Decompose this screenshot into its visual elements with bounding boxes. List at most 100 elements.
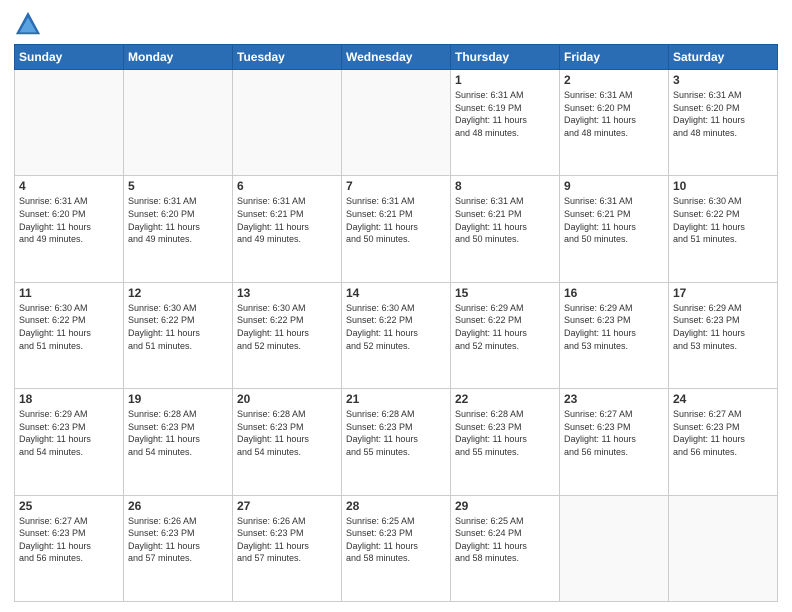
- calendar-cell: 4 Sunrise: 6:31 AM Sunset: 6:20 PM Daylig…: [15, 176, 124, 282]
- day-number: 28: [346, 499, 446, 513]
- calendar-cell: 15 Sunrise: 6:29 AM Sunset: 6:22 PM Dayli…: [451, 282, 560, 388]
- weekday-header-tuesday: Tuesday: [233, 45, 342, 70]
- day-number: 12: [128, 286, 228, 300]
- day-info: Sunrise: 6:29 AM Sunset: 6:23 PM Dayligh…: [673, 302, 773, 352]
- calendar-cell: [15, 70, 124, 176]
- day-info: Sunrise: 6:31 AM Sunset: 6:21 PM Dayligh…: [455, 195, 555, 245]
- calendar-table: SundayMondayTuesdayWednesdayThursdayFrid…: [14, 44, 778, 602]
- day-info: Sunrise: 6:30 AM Sunset: 6:22 PM Dayligh…: [128, 302, 228, 352]
- day-info: Sunrise: 6:28 AM Sunset: 6:23 PM Dayligh…: [346, 408, 446, 458]
- calendar-cell: 27 Sunrise: 6:26 AM Sunset: 6:23 PM Dayli…: [233, 495, 342, 601]
- day-info: Sunrise: 6:28 AM Sunset: 6:23 PM Dayligh…: [455, 408, 555, 458]
- calendar-cell: 26 Sunrise: 6:26 AM Sunset: 6:23 PM Dayli…: [124, 495, 233, 601]
- day-number: 11: [19, 286, 119, 300]
- day-info: Sunrise: 6:25 AM Sunset: 6:23 PM Dayligh…: [346, 515, 446, 565]
- calendar-cell: 16Sunrise: 6:29 AM Sunset: 6:23 PM Dayli…: [560, 282, 669, 388]
- day-info: Sunrise: 6:27 AM Sunset: 6:23 PM Dayligh…: [19, 515, 119, 565]
- day-number: 24: [673, 392, 773, 406]
- calendar-week-1: 4 Sunrise: 6:31 AM Sunset: 6:20 PM Daylig…: [15, 176, 778, 282]
- day-number: 29: [455, 499, 555, 513]
- day-info: Sunrise: 6:30 AM Sunset: 6:22 PM Dayligh…: [673, 195, 773, 245]
- calendar-cell: 24Sunrise: 6:27 AM Sunset: 6:23 PM Dayli…: [669, 389, 778, 495]
- day-info: Sunrise: 6:30 AM Sunset: 6:22 PM Dayligh…: [346, 302, 446, 352]
- day-number: 23: [564, 392, 664, 406]
- day-info: Sunrise: 6:31 AM Sunset: 6:20 PM Dayligh…: [19, 195, 119, 245]
- day-number: 13: [237, 286, 337, 300]
- calendar-cell: 17 Sunrise: 6:29 AM Sunset: 6:23 PM Dayli…: [669, 282, 778, 388]
- day-info: Sunrise: 6:28 AM Sunset: 6:23 PM Dayligh…: [128, 408, 228, 458]
- day-info: Sunrise: 6:30 AM Sunset: 6:22 PM Dayligh…: [19, 302, 119, 352]
- calendar-cell: 12 Sunrise: 6:30 AM Sunset: 6:22 PM Dayli…: [124, 282, 233, 388]
- day-number: 3: [673, 73, 773, 87]
- calendar-cell: 28 Sunrise: 6:25 AM Sunset: 6:23 PM Dayli…: [342, 495, 451, 601]
- calendar-cell: 1 Sunrise: 6:31 AM Sunset: 6:19 PM Daylig…: [451, 70, 560, 176]
- day-number: 5: [128, 179, 228, 193]
- day-number: 22: [455, 392, 555, 406]
- page: SundayMondayTuesdayWednesdayThursdayFrid…: [0, 0, 792, 612]
- day-number: 18: [19, 392, 119, 406]
- calendar-cell: 2 Sunrise: 6:31 AM Sunset: 6:20 PM Daylig…: [560, 70, 669, 176]
- day-number: 25: [19, 499, 119, 513]
- calendar-cell: 9 Sunrise: 6:31 AM Sunset: 6:21 PM Daylig…: [560, 176, 669, 282]
- day-number: 1: [455, 73, 555, 87]
- calendar-week-0: 1 Sunrise: 6:31 AM Sunset: 6:19 PM Daylig…: [15, 70, 778, 176]
- calendar-cell: 11 Sunrise: 6:30 AM Sunset: 6:22 PM Dayli…: [15, 282, 124, 388]
- calendar-cell: 23 Sunrise: 6:27 AM Sunset: 6:23 PM Dayli…: [560, 389, 669, 495]
- day-number: 15: [455, 286, 555, 300]
- day-info: Sunrise: 6:31 AM Sunset: 6:19 PM Dayligh…: [455, 89, 555, 139]
- calendar-cell: 22 Sunrise: 6:28 AM Sunset: 6:23 PM Dayli…: [451, 389, 560, 495]
- day-info: Sunrise: 6:26 AM Sunset: 6:23 PM Dayligh…: [237, 515, 337, 565]
- day-number: 2: [564, 73, 664, 87]
- calendar-cell: [560, 495, 669, 601]
- calendar-cell: [233, 70, 342, 176]
- calendar-cell: 18 Sunrise: 6:29 AM Sunset: 6:23 PM Dayli…: [15, 389, 124, 495]
- day-number: 10: [673, 179, 773, 193]
- calendar-week-4: 25 Sunrise: 6:27 AM Sunset: 6:23 PM Dayli…: [15, 495, 778, 601]
- calendar-cell: 20Sunrise: 6:28 AM Sunset: 6:23 PM Dayli…: [233, 389, 342, 495]
- day-number: 8: [455, 179, 555, 193]
- calendar-cell: [669, 495, 778, 601]
- day-info: Sunrise: 6:31 AM Sunset: 6:21 PM Dayligh…: [564, 195, 664, 245]
- calendar-cell: 7 Sunrise: 6:31 AM Sunset: 6:21 PM Daylig…: [342, 176, 451, 282]
- day-number: 27: [237, 499, 337, 513]
- calendar-cell: 6 Sunrise: 6:31 AM Sunset: 6:21 PM Daylig…: [233, 176, 342, 282]
- logo-icon: [14, 10, 42, 38]
- day-info: Sunrise: 6:31 AM Sunset: 6:21 PM Dayligh…: [237, 195, 337, 245]
- day-number: 20: [237, 392, 337, 406]
- day-info: Sunrise: 6:30 AM Sunset: 6:22 PM Dayligh…: [237, 302, 337, 352]
- weekday-header-friday: Friday: [560, 45, 669, 70]
- day-info: Sunrise: 6:31 AM Sunset: 6:20 PM Dayligh…: [673, 89, 773, 139]
- day-info: Sunrise: 6:27 AM Sunset: 6:23 PM Dayligh…: [564, 408, 664, 458]
- calendar-cell: 13 Sunrise: 6:30 AM Sunset: 6:22 PM Dayli…: [233, 282, 342, 388]
- day-number: 19: [128, 392, 228, 406]
- day-info: Sunrise: 6:29 AM Sunset: 6:22 PM Dayligh…: [455, 302, 555, 352]
- logo: [14, 10, 46, 38]
- day-number: 14: [346, 286, 446, 300]
- calendar-cell: 14 Sunrise: 6:30 AM Sunset: 6:22 PM Dayli…: [342, 282, 451, 388]
- weekday-header-thursday: Thursday: [451, 45, 560, 70]
- day-info: Sunrise: 6:31 AM Sunset: 6:20 PM Dayligh…: [564, 89, 664, 139]
- day-number: 26: [128, 499, 228, 513]
- weekday-header-monday: Monday: [124, 45, 233, 70]
- day-number: 7: [346, 179, 446, 193]
- day-info: Sunrise: 6:31 AM Sunset: 6:21 PM Dayligh…: [346, 195, 446, 245]
- day-number: 9: [564, 179, 664, 193]
- weekday-header-wednesday: Wednesday: [342, 45, 451, 70]
- calendar-cell: 21 Sunrise: 6:28 AM Sunset: 6:23 PM Dayli…: [342, 389, 451, 495]
- calendar-cell: 10 Sunrise: 6:30 AM Sunset: 6:22 PM Dayli…: [669, 176, 778, 282]
- calendar-cell: 29 Sunrise: 6:25 AM Sunset: 6:24 PM Dayli…: [451, 495, 560, 601]
- day-info: Sunrise: 6:25 AM Sunset: 6:24 PM Dayligh…: [455, 515, 555, 565]
- day-info: Sunrise: 6:29 AM Sunset: 6:23 PM Dayligh…: [19, 408, 119, 458]
- day-number: 6: [237, 179, 337, 193]
- day-number: 17: [673, 286, 773, 300]
- weekday-header-saturday: Saturday: [669, 45, 778, 70]
- day-info: Sunrise: 6:26 AM Sunset: 6:23 PM Dayligh…: [128, 515, 228, 565]
- day-number: 21: [346, 392, 446, 406]
- calendar-cell: [124, 70, 233, 176]
- calendar-cell: 5Sunrise: 6:31 AM Sunset: 6:20 PM Daylig…: [124, 176, 233, 282]
- day-number: 16: [564, 286, 664, 300]
- weekday-header-sunday: Sunday: [15, 45, 124, 70]
- calendar-week-2: 11 Sunrise: 6:30 AM Sunset: 6:22 PM Dayli…: [15, 282, 778, 388]
- day-number: 4: [19, 179, 119, 193]
- calendar-cell: [342, 70, 451, 176]
